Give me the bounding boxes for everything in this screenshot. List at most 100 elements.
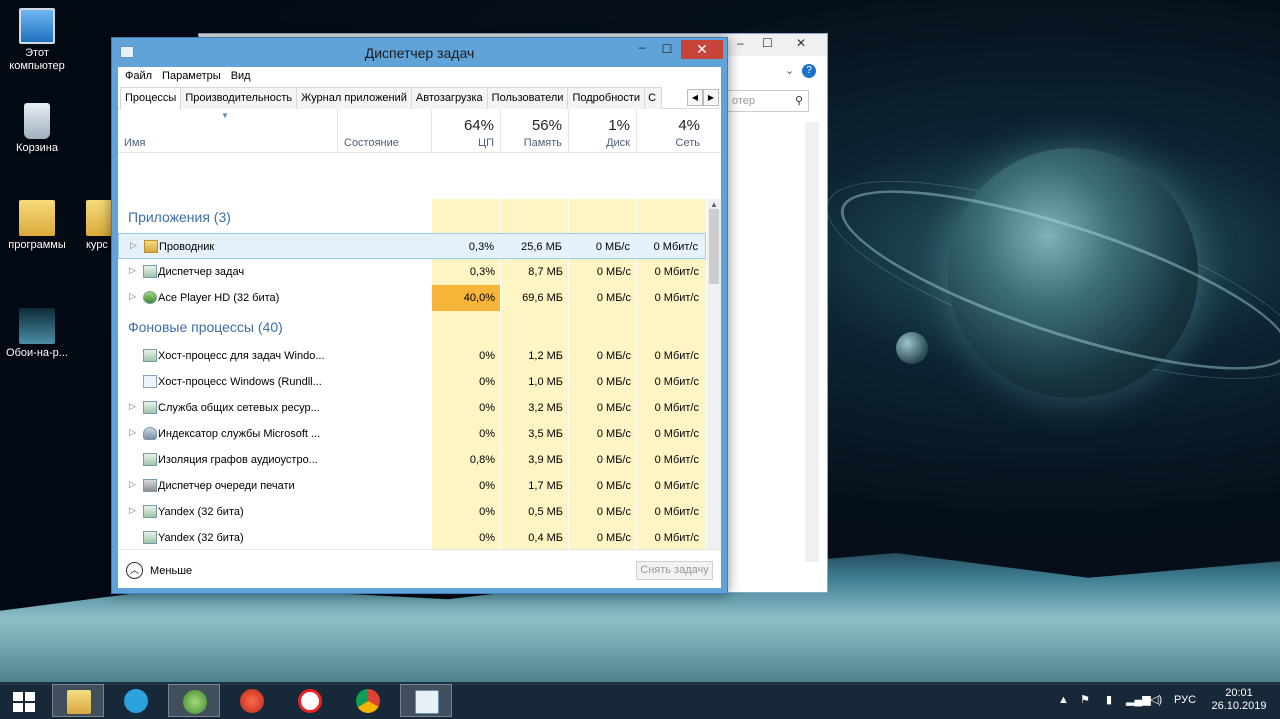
tab-details[interactable]: Подробности [567,87,646,109]
process-name: Ace Player HD (32 бита) [158,292,280,304]
taskbar-ace-player[interactable] [168,684,220,717]
explorer-scrollbar[interactable] [805,122,819,562]
tab-performance[interactable]: Производительность [180,87,298,109]
fewer-details-button[interactable]: ︿ Меньше [126,562,192,579]
taskbar-yandex[interactable] [284,684,336,717]
volume-icon[interactable]: ◁) [1150,693,1162,706]
folder-icon [144,240,158,253]
taskbar-telegram[interactable] [110,684,162,717]
taskbar-task-manager[interactable] [400,684,452,717]
scroll-right-icon[interactable]: ▶ [703,89,719,106]
process-name: Yandex (32 бита) [158,506,244,518]
close-button[interactable]: ✕ [796,36,806,50]
process-row[interactable]: ▷ Ace Player HD (32 бита) 40,0% 69,6 МБ 0 МБ… [118,285,706,311]
column-disk[interactable]: 1% Диск [569,109,637,153]
group-header[interactable]: Приложения (3) [128,209,231,225]
process-name: Проводник [159,241,215,253]
process-cpu-value: 0,8% [469,454,495,466]
process-row[interactable]: Yandex (32 бита) 0% 0,4 МБ 0 МБ/с 0 Мбит/с [118,525,706,551]
explorer-search-input[interactable]: отер ⚲ [727,90,809,112]
minimize-button[interactable]: ‒ [737,36,744,50]
process-row[interactable]: Хост-процесс Windows (Rundll... 0% 1,0 МБ 0… [118,369,706,395]
process-disk-value: 0 МБ/с [596,428,631,440]
tab-app-history[interactable]: Журнал приложений [296,87,412,109]
process-disk-value: 0 МБ/с [596,402,631,414]
desktop-icon-programs[interactable]: программы [0,200,74,252]
scroll-up-icon[interactable]: ▲ [710,200,718,209]
taskbar-chrome[interactable] [342,684,394,717]
column-cpu[interactable]: 64% ЦП [432,109,501,153]
tab-users[interactable]: Пользователи [486,87,569,109]
help-icon[interactable]: ? [802,64,816,78]
column-network[interactable]: 4% Сеть [637,109,706,153]
menu-view[interactable]: Вид [226,67,256,87]
process-row[interactable]: ▷ Проводник 0,3% 25,6 МБ 0 МБ/с 0 Мбит/с [118,233,706,259]
desktop-icon-course[interactable]: курс [74,200,114,252]
expand-chevron-icon[interactable]: ▷ [129,479,136,490]
column-name[interactable]: Имя [118,109,338,153]
process-row[interactable]: ▷ Диспетчер очереди печати 0% 1,7 МБ 0 МБ/с 0… [118,473,706,499]
desktop-icon-wallpaper[interactable]: Обои-на-р... [0,308,74,360]
clock[interactable]: 20:01 26.10.2019 [1210,687,1268,713]
desktop-icon-recycle-bin[interactable]: Корзина [0,103,74,155]
column-status-label: Состояние [344,137,399,149]
process-net-value: 0 Мбит/с [654,350,699,362]
maximize-button[interactable]: ☐ [655,42,679,60]
menu-options[interactable]: Параметры [157,67,226,87]
expand-chevron-icon[interactable]: ▷ [130,240,137,251]
expand-chevron-icon[interactable]: ▷ [129,265,136,276]
maximize-button[interactable]: ☐ [762,36,773,50]
taskbar-file-explorer[interactable] [52,684,104,717]
desktop-icon-this-pc[interactable]: Этот компьютер [0,8,74,73]
group-header[interactable]: Фоновые процессы (40) [128,319,283,335]
column-status[interactable]: Состояние [338,109,432,153]
process-row[interactable]: ▷ Индексатор службы Microsoft ... 0% 3,5 МБ… [118,421,706,447]
minimize-button[interactable]: ‒ [630,40,654,58]
search-icon[interactable]: ⚲ [795,94,803,107]
tab-processes[interactable]: Процессы [120,87,182,110]
expand-chevron-icon[interactable]: ▷ [129,427,136,438]
titlebar[interactable]: Диспетчер задач ‒ ☐ ✕ [112,38,727,67]
process-row[interactable]: ▷ Диспетчер задач 0,3% 8,7 МБ 0 МБ/с 0 Мбит/с [118,259,706,285]
process-cpu-value: 0% [479,350,495,362]
process-disk-value: 0 МБ/с [596,350,631,362]
process-name: Изоляция графов аудиоустро... [158,454,318,466]
column-memory[interactable]: 56% Память [501,109,569,153]
process-mem-value: 1,0 МБ [528,376,563,388]
process-row[interactable]: Хост-процесс для задач Windo... 0% 1,2 МБ 0… [118,343,706,369]
process-row[interactable]: Изоляция графов аудиоустро... 0,8% 3,9 МБ 0… [118,447,706,473]
tab-startup[interactable]: Автозагрузка [410,87,488,109]
taskbar-ccleaner[interactable] [226,684,278,717]
wifi-signal-icon[interactable]: ▂▄▆ [1126,693,1151,706]
language-indicator[interactable]: РУС [1174,694,1196,706]
end-task-button[interactable]: Снять задачу [636,561,713,580]
process-disk-value: 0 МБ/с [596,454,631,466]
expand-chevron-icon[interactable]: ▷ [129,401,136,412]
task-manager-window[interactable]: Диспетчер задач ‒ ☐ ✕ Файл Параметры Вид… [111,37,728,594]
close-button[interactable]: ✕ [681,40,723,59]
start-button[interactable] [0,684,48,717]
clock-date: 26.10.2019 [1211,700,1267,712]
network-total: 4% [678,117,700,134]
show-hidden-icons-icon[interactable]: ▲ [1058,694,1069,706]
column-name-label: Имя [124,137,146,149]
file-explorer-icon [67,690,91,714]
process-disk-value: 0 МБ/с [595,241,630,253]
expand-chevron-icon[interactable]: ▷ [129,291,136,302]
chevron-down-icon[interactable]: ⌄ [785,64,794,77]
process-list-scrollbar[interactable]: ▲ ▼ [707,199,721,582]
process-mem-value: 3,2 МБ [528,402,563,414]
footer-bar: ︿ Меньше Снять задачу [118,549,721,588]
scroll-left-icon[interactable]: ◀ [687,89,703,106]
menu-file[interactable]: Файл [120,67,157,87]
tab-scroll-buttons: ◀ ▶ [687,89,719,106]
expand-chevron-icon[interactable]: ▷ [129,505,136,516]
scroll-thumb[interactable] [709,209,719,284]
action-center-icon[interactable]: ⚑ [1080,693,1090,706]
process-mem-value: 69,6 МБ [522,292,563,304]
process-row[interactable]: ▷ Служба общих сетевых ресур... 0% 3,2 МБ 0 … [118,395,706,421]
process-row[interactable]: ▷ Yandex (32 бита) 0% 0,5 МБ 0 МБ/с 0 Мбит/с [118,499,706,525]
tab-services[interactable]: С [644,87,663,109]
battery-icon[interactable]: ▮ [1106,693,1112,706]
process-mem-value: 3,5 МБ [528,428,563,440]
